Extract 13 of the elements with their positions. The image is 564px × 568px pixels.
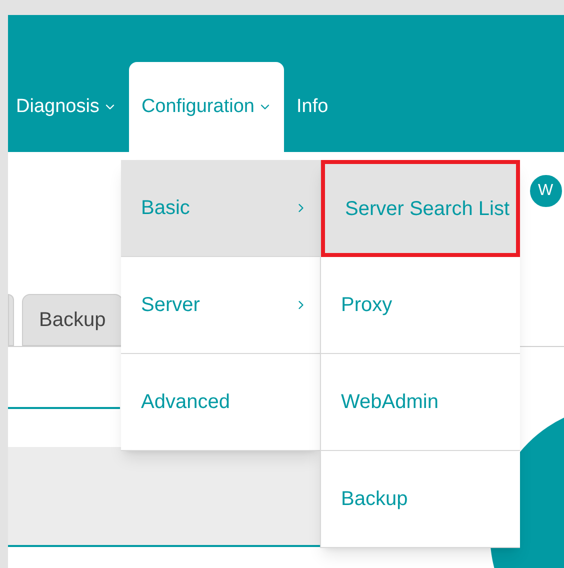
tab[interactable] xyxy=(8,294,14,346)
menu-item[interactable]: Server xyxy=(121,257,320,354)
submenu-item[interactable]: Proxy xyxy=(321,257,520,354)
nav-tab[interactable]: Info xyxy=(292,62,332,152)
badge: W xyxy=(528,173,564,209)
menu-item[interactable]: Basic xyxy=(121,160,320,257)
tab[interactable]: Backup xyxy=(22,294,123,346)
nav-tab[interactable]: Configuration xyxy=(129,62,284,152)
submenu-item[interactable]: WebAdmin xyxy=(321,354,520,451)
submenu-item[interactable]: Server Search List xyxy=(321,160,520,257)
nav-tab[interactable]: Diagnosis xyxy=(12,62,122,152)
submenu-item[interactable]: Backup xyxy=(321,451,520,548)
menu-item[interactable]: Advanced xyxy=(121,354,320,451)
